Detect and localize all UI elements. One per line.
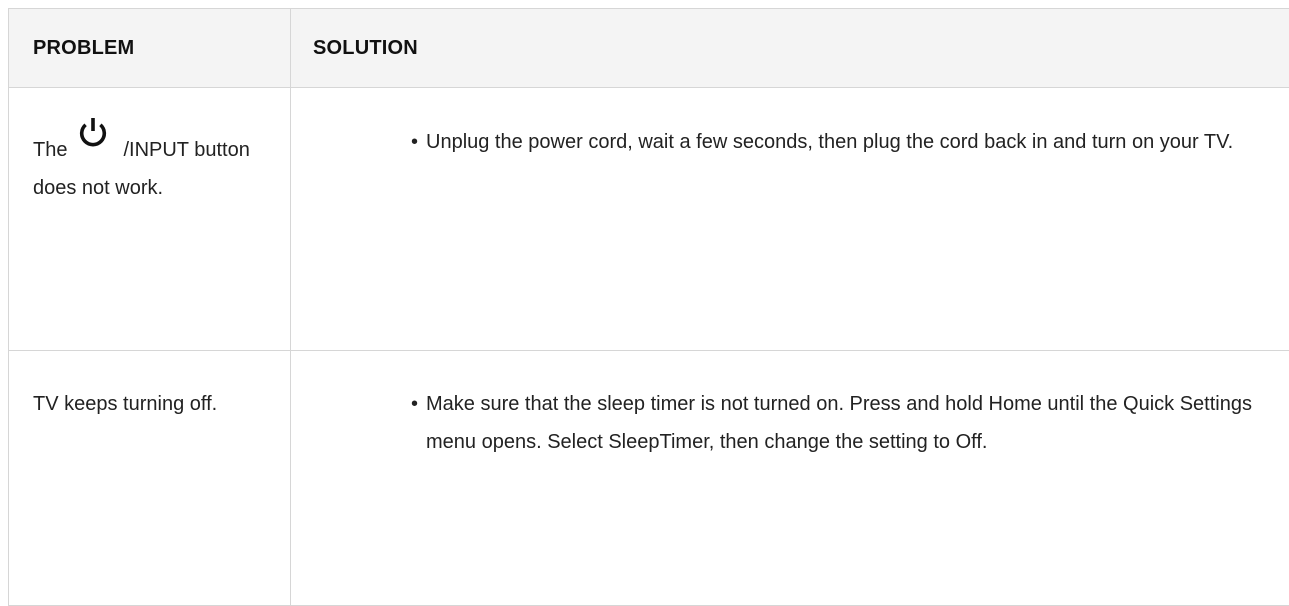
bullet-marker: •: [411, 385, 418, 423]
solution-item: • Unplug the power cord, wait a few seco…: [411, 123, 1258, 161]
problem-text-prefix: The: [33, 139, 67, 161]
solution-item: • Make sure that the sleep timer is not …: [411, 385, 1258, 461]
solution-text: Make sure that the sleep timer is not tu…: [426, 393, 1252, 453]
troubleshooting-table: PROBLEM SOLUTION The/INPUT button does n…: [8, 8, 1289, 606]
troubleshooting-table-container: PROBLEM SOLUTION The/INPUT button does n…: [8, 8, 1289, 606]
header-problem: PROBLEM: [9, 9, 291, 88]
problem-cell: The/INPUT button does not work.: [9, 88, 291, 351]
problem-cell: TV keeps turning off.: [9, 351, 291, 606]
header-solution: SOLUTION: [291, 9, 1289, 88]
solution-list: • Unplug the power cord, wait a few seco…: [411, 123, 1258, 161]
solution-cell: • Make sure that the sleep timer is not …: [291, 351, 1289, 606]
power-icon: [75, 112, 111, 150]
table-row: TV keeps turning off. • Make sure that t…: [9, 351, 1289, 606]
problem-text: TV keeps turning off.: [33, 393, 217, 415]
table-row: The/INPUT button does not work. • Unplug…: [9, 88, 1289, 351]
solution-list: • Make sure that the sleep timer is not …: [411, 385, 1258, 461]
solution-cell: • Unplug the power cord, wait a few seco…: [291, 88, 1289, 351]
bullet-marker: •: [411, 123, 418, 161]
table-header-row: PROBLEM SOLUTION: [9, 9, 1289, 88]
solution-text: Unplug the power cord, wait a few second…: [426, 131, 1233, 153]
